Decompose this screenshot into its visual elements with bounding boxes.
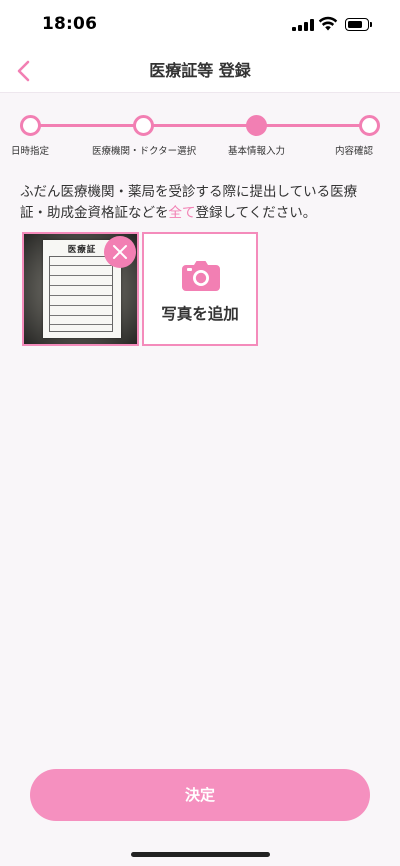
step-label-4: 内容確認 bbox=[335, 146, 374, 157]
status-time: 18:06 bbox=[42, 14, 98, 34]
chevron-left-icon bbox=[17, 60, 30, 82]
page-title: 医療証等 登録 bbox=[149, 61, 251, 80]
instruction-part2: 登録してください。 bbox=[195, 205, 317, 221]
battery-cap bbox=[370, 22, 372, 27]
instruction-text: ふだん医療機関・薬局を受診する際に提出している医療証・助成金資格証などを全て登録… bbox=[20, 182, 382, 224]
wifi-icon bbox=[318, 16, 338, 31]
cellular-signal-icon bbox=[292, 19, 314, 31]
step-dot-3-current bbox=[246, 115, 267, 136]
status-bar: 18:06 bbox=[0, 0, 400, 50]
step-dot-1 bbox=[20, 115, 41, 136]
progress-stepper: 日時指定 医療機関・ドクター選択 基本情報入力 内容確認 bbox=[0, 104, 400, 164]
step-label-3: 基本情報入力 bbox=[228, 146, 286, 157]
step-label-2: 医療機関・ドクター選択 bbox=[92, 146, 197, 157]
step-dot-2 bbox=[133, 115, 154, 136]
submit-button[interactable]: 決定 bbox=[30, 769, 370, 821]
remove-photo-button[interactable] bbox=[104, 236, 136, 268]
screen: 18:06 医療証等 登録 日時指定 医療機関・ドクター選択 基本情報入力 内容… bbox=[0, 0, 400, 866]
battery-icon bbox=[345, 18, 369, 31]
document-table bbox=[49, 256, 113, 332]
uploaded-photo-tile[interactable]: 医療証 bbox=[22, 232, 139, 346]
close-icon bbox=[113, 245, 127, 259]
step-dot-4 bbox=[359, 115, 380, 136]
instruction-highlight: 全て bbox=[168, 205, 196, 221]
camera-icon bbox=[182, 261, 220, 291]
back-button[interactable] bbox=[8, 56, 38, 86]
add-photo-button[interactable]: 写真を追加 bbox=[142, 232, 258, 346]
home-indicator bbox=[131, 852, 270, 857]
nav-bar: 医療証等 登録 bbox=[0, 50, 400, 93]
add-photo-label: 写真を追加 bbox=[161, 305, 239, 323]
stepper-line bbox=[30, 124, 370, 127]
step-label-1: 日時指定 bbox=[11, 146, 50, 157]
